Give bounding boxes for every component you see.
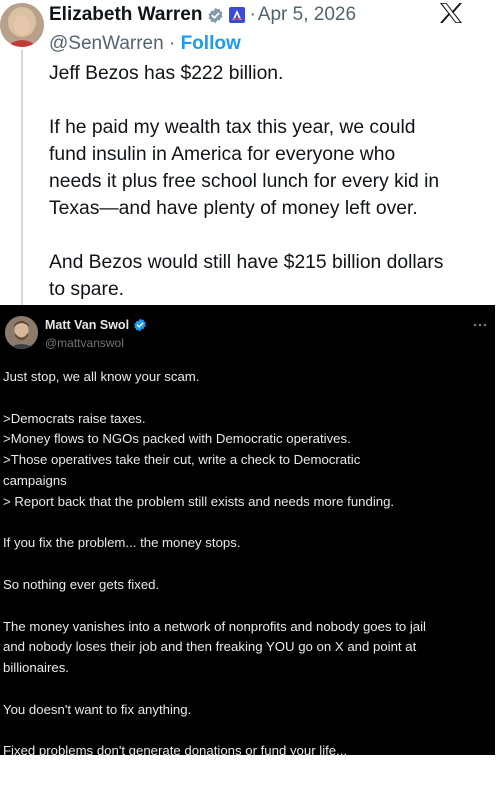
top-tweet: Elizabeth Warren · Apr 5, 2026 @SenWarre… [0, 0, 501, 308]
more-options-icon[interactable] [472, 317, 488, 327]
avatar-photo [5, 316, 38, 349]
author-name[interactable]: Matt Van Swol [45, 318, 129, 332]
post-line: >Money flows to NGOs packed with Democra… [3, 431, 351, 447]
author-handle[interactable]: @SenWarren [49, 33, 164, 54]
post-line: Just stop, we all know your scam. [3, 369, 200, 384]
separator-dot: · [168, 33, 176, 54]
tweet-line: to spare. [49, 279, 125, 300]
post-line: > Report back that the problem still exi… [3, 493, 395, 509]
tweet-line: needs it plus free school lunch for ever… [49, 171, 440, 192]
post-line: Fixed problems don't generate donations … [3, 743, 348, 759]
tweet-line: If he paid my wealth tax this year, we c… [49, 117, 416, 138]
post-line: You doesn't want to fix anything. [3, 701, 192, 717]
x-logo-icon[interactable] [439, 2, 463, 24]
post-line: and nobody loses their job and then frea… [3, 639, 417, 655]
tweet-line: Jeff Bezos has $222 billion. [49, 63, 284, 84]
thread-line [21, 50, 23, 308]
tweet-line: fund insulin in America for everyone who [49, 144, 396, 165]
tweet-line: And Bezos would still have $215 billion … [49, 252, 444, 273]
avatar[interactable] [0, 3, 44, 47]
author-row: Elizabeth Warren · Apr 5, 2026 [49, 3, 356, 27]
author-row: Matt Van Swol [45, 318, 147, 332]
avatar-photo [0, 3, 44, 47]
post-line: If you fix the problem... the money stop… [3, 535, 241, 551]
handle-row: @SenWarren · Follow [49, 33, 241, 55]
verified-badge-icon [133, 318, 147, 332]
separator-dot: · [249, 4, 256, 25]
post-line: >Democrats raise taxes. [3, 410, 146, 426]
avatar[interactable] [5, 316, 38, 349]
post-line: So nothing ever gets fixed. [3, 576, 160, 592]
post-date[interactable]: Apr 5, 2026 [258, 4, 356, 26]
tweet-body: Jeff Bezos has $222 billion. If he paid … [49, 60, 489, 303]
post-line: >Those operatives take their cut, write … [3, 452, 361, 468]
post-line: campaigns [3, 472, 67, 488]
author-handle[interactable]: @mattvanswol [45, 336, 124, 350]
tweet-line: Texas—and have plenty of money left over… [49, 198, 418, 219]
government-badge-icon [229, 7, 246, 23]
post-line: billionaires. [3, 660, 69, 676]
quoted-post: Matt Van Swol @mattvanswol Just stop, we… [0, 305, 495, 758]
post-body: Just stop, we all know your scam. >Democ… [3, 367, 491, 762]
follow-button[interactable]: Follow [181, 33, 241, 54]
verified-badge-icon [207, 7, 224, 24]
post-line: The money vanishes into a network of non… [3, 618, 426, 634]
author-name[interactable]: Elizabeth Warren [49, 4, 202, 26]
